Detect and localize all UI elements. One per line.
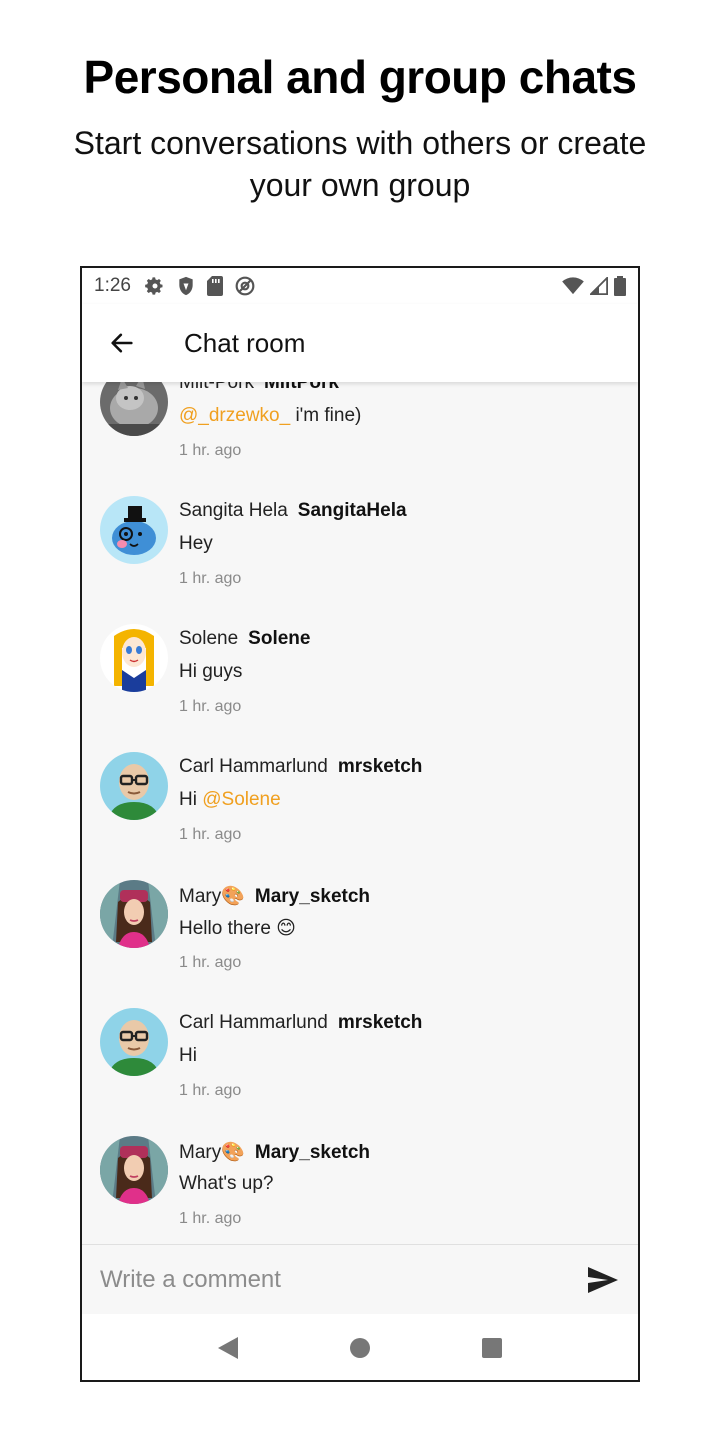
message-item[interactable]: Carl Hammarlund mrsketch Hi @Solene 1 hr.… <box>82 752 638 880</box>
comment-input[interactable] <box>100 1265 540 1294</box>
promo-title: Personal and group chats <box>83 51 637 103</box>
signal-icon <box>590 277 608 295</box>
message-time: 1 hr. ago <box>179 1210 242 1227</box>
message-text: i'm fine) <box>290 405 362 426</box>
message-item[interactable]: Mary🎨 Mary_sketch Hello there 😊 1 hr. ago <box>82 880 638 1008</box>
avatar-cartoon-girl[interactable] <box>100 624 168 692</box>
author-name: Carl Hammarlund <box>179 1012 328 1033</box>
avatar-bald-man[interactable] <box>100 752 168 820</box>
home-circle-icon <box>350 1338 370 1358</box>
message-item[interactable]: Solene Solene Hi guys 1 hr. ago <box>82 624 638 752</box>
message-time: 1 hr. ago <box>179 826 242 843</box>
system-nav-bar <box>82 1314 638 1380</box>
author-username[interactable]: Solene <box>248 628 310 649</box>
author-name: Milt-Pork <box>179 382 254 393</box>
status-bar: 1:26 <box>82 268 638 304</box>
author-name: Solene <box>179 628 239 649</box>
message-time: 1 hr. ago <box>179 442 242 459</box>
message-item[interactable]: Mary🎨 Mary_sketch What's up? 1 hr. ago <box>82 1136 638 1244</box>
page-title: Chat room <box>184 327 306 358</box>
nav-home-button[interactable] <box>340 1328 380 1368</box>
at-sign-icon <box>235 276 255 296</box>
phone-frame: 1:26 Chat room Milt-Pork MiltPork @_drzew… <box>80 266 640 1382</box>
shield-icon <box>179 276 193 296</box>
author-name: Carl Hammarlund <box>179 756 328 777</box>
avatar-blob[interactable] <box>100 496 168 564</box>
nav-back-button[interactable] <box>208 1328 248 1368</box>
promo-subtitle: Start conversations with others or creat… <box>73 125 647 203</box>
avatar-cat[interactable] <box>100 382 168 436</box>
author-username[interactable]: Mary_sketch <box>255 886 370 907</box>
message-time: 1 hr. ago <box>179 698 242 715</box>
sd-card-icon <box>206 276 223 296</box>
message-text: Hello there 😊 <box>179 918 296 939</box>
avatar-woman-pink-hat[interactable] <box>100 880 168 948</box>
app-bar: Chat room <box>82 304 638 382</box>
mention-link[interactable]: @_drzewko_ <box>179 405 290 426</box>
avatar-bald-man[interactable] <box>100 1008 168 1076</box>
nav-recents-button[interactable] <box>472 1328 512 1368</box>
mention-link[interactable]: @Solene <box>202 789 280 810</box>
avatar-woman-pink-hat[interactable] <box>100 1136 168 1204</box>
battery-icon <box>614 276 626 296</box>
message-item[interactable]: Milt-Pork MiltPork @_drzewko_ i'm fine) 1… <box>82 382 638 496</box>
status-time: 1:26 <box>94 275 131 296</box>
settings-icon <box>145 277 163 295</box>
send-icon <box>588 1266 618 1293</box>
author-name: Mary🎨 <box>179 886 245 907</box>
author-username[interactable]: mrsketch <box>338 1012 423 1033</box>
send-button[interactable] <box>586 1263 620 1297</box>
author-username[interactable]: SangitaHela <box>298 500 407 521</box>
back-triangle-icon <box>218 1337 238 1359</box>
author-name: Mary🎨 <box>179 1142 245 1163</box>
message-text: What's up? <box>179 1173 274 1194</box>
message-time: 1 hr. ago <box>179 1082 242 1099</box>
author-name: Sangita Hela <box>179 500 288 521</box>
message-item[interactable]: Sangita Hela SangitaHela Hey 1 hr. ago <box>82 496 638 624</box>
back-button[interactable] <box>82 304 162 382</box>
message-time: 1 hr. ago <box>179 954 242 971</box>
message-list[interactable]: Milt-Pork MiltPork @_drzewko_ i'm fine) 1… <box>82 382 638 1244</box>
recents-square-icon <box>482 1338 502 1358</box>
wifi-icon <box>562 277 584 295</box>
comment-composer <box>82 1244 638 1314</box>
message-item[interactable]: Carl Hammarlund mrsketch Hi 1 hr. ago <box>82 1008 638 1136</box>
message-text: Hi guys <box>179 661 243 682</box>
author-username[interactable]: MiltPork <box>264 382 339 393</box>
message-text: Hi <box>179 1045 197 1066</box>
message-text: Hey <box>179 533 213 554</box>
author-username[interactable]: Mary_sketch <box>255 1142 370 1163</box>
message-text: Hi <box>179 789 203 810</box>
arrow-left-icon <box>111 333 133 353</box>
author-username[interactable]: mrsketch <box>338 756 423 777</box>
message-time: 1 hr. ago <box>179 570 242 587</box>
